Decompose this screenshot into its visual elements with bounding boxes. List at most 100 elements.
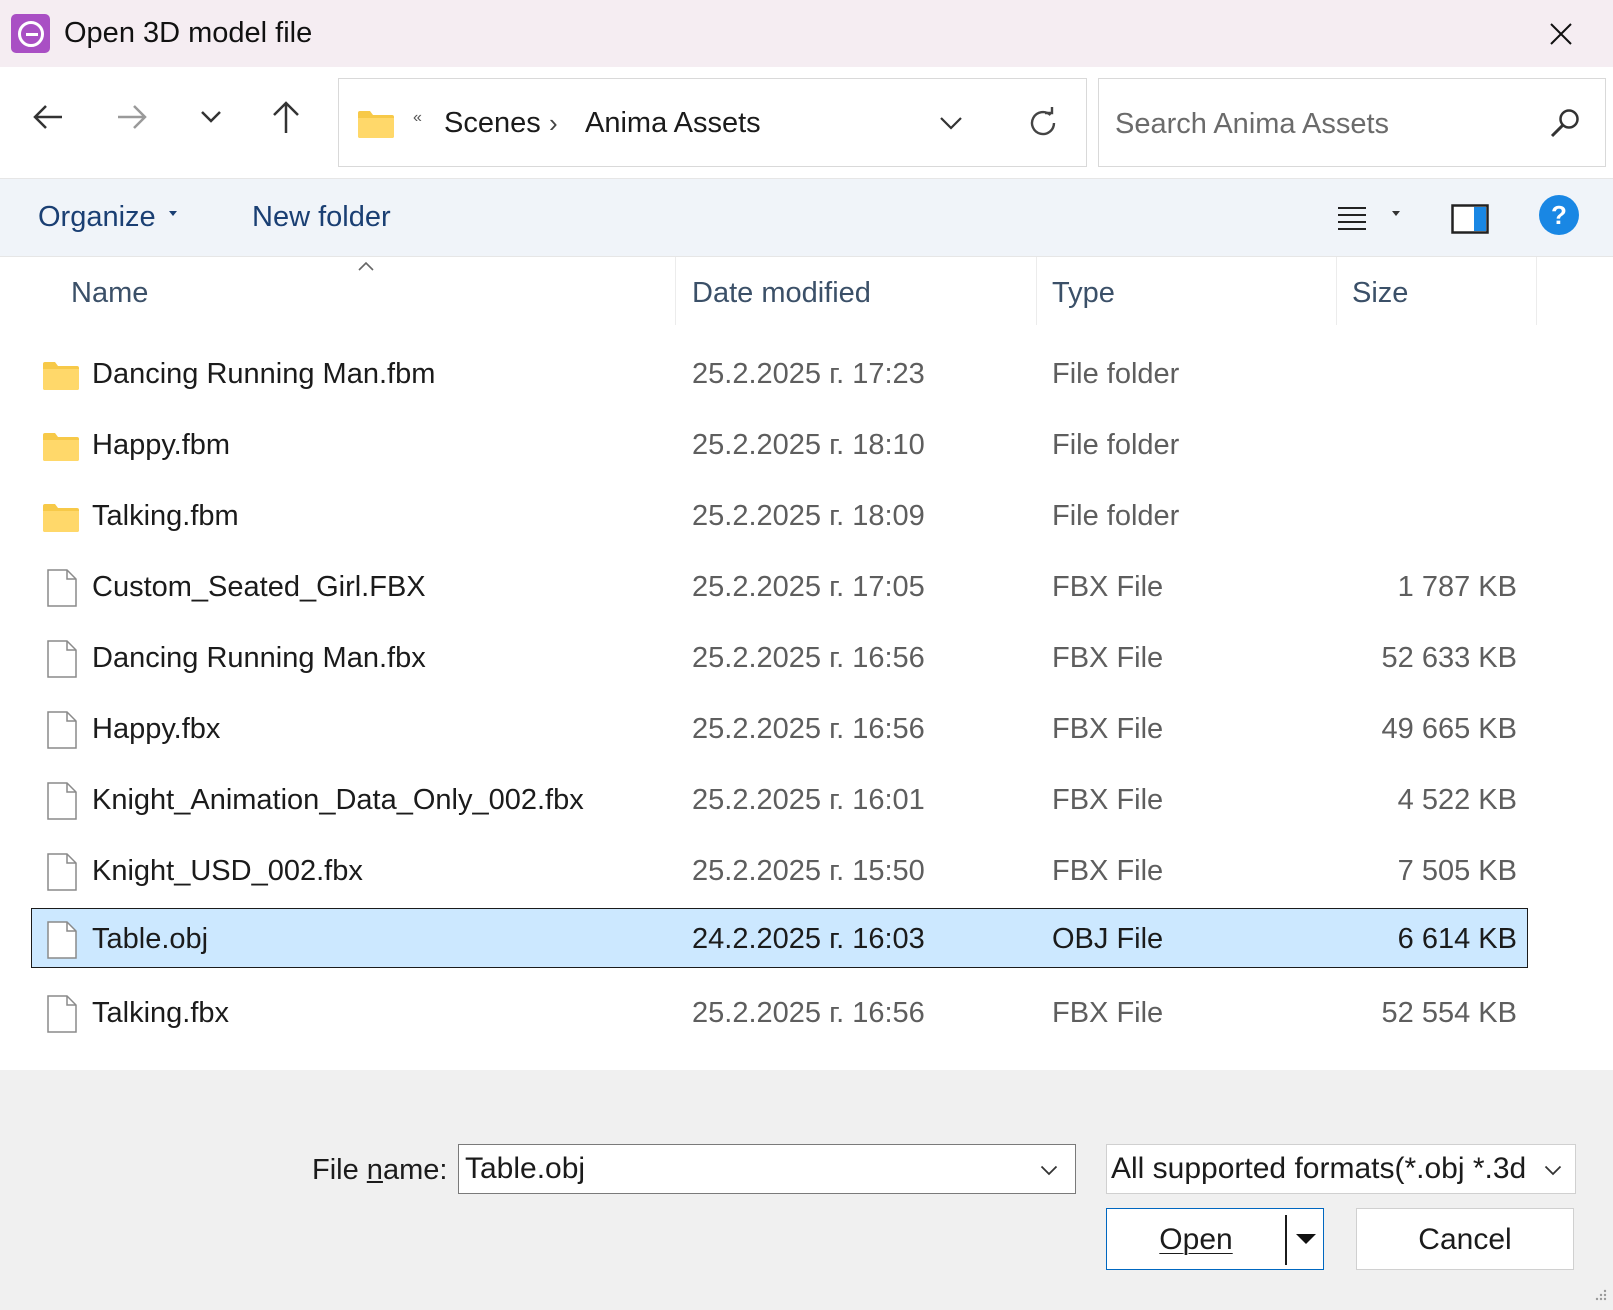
window-title: Open 3D model file xyxy=(64,17,313,49)
search-box[interactable]: Search Anima Assets xyxy=(1098,78,1606,167)
file-icon xyxy=(47,569,77,607)
new-folder-button[interactable]: New folder xyxy=(252,199,391,235)
chevron-down-icon xyxy=(1544,1165,1562,1175)
command-bar: Organize New folder ? xyxy=(0,178,1613,257)
open-button[interactable]: Open xyxy=(1106,1208,1324,1270)
refresh-icon xyxy=(1030,107,1056,136)
file-icon xyxy=(47,853,77,891)
file-date: 25.2.2025 г. 18:10 xyxy=(692,429,925,461)
file-row[interactable]: Knight_Animation_Data_Only_002.fbx 25.2.… xyxy=(31,769,1528,829)
file-name-label-part: File xyxy=(312,1154,367,1186)
file-name: Happy.fbx xyxy=(92,713,221,745)
sort-ascending-icon xyxy=(358,261,374,271)
file-date: 25.2.2025 г. 15:50 xyxy=(692,855,925,887)
file-size: 52 554 KB xyxy=(1381,997,1517,1029)
file-type-select[interactable]: All supported formats(*.obj *.3d xyxy=(1106,1144,1576,1194)
file-type: File folder xyxy=(1052,500,1180,532)
close-button[interactable] xyxy=(1538,14,1584,54)
file-date: 24.2.2025 г. 16:03 xyxy=(692,923,925,955)
cancel-button[interactable]: Cancel xyxy=(1356,1208,1574,1270)
breadcrumb-overflow[interactable]: « xyxy=(413,109,422,127)
back-button[interactable] xyxy=(26,95,70,139)
arrow-up-icon xyxy=(273,101,299,133)
folder-icon xyxy=(358,111,394,138)
folder-icon xyxy=(43,433,79,461)
breadcrumb-separator[interactable]: › xyxy=(549,105,558,141)
preview-pane-button[interactable] xyxy=(1448,197,1492,241)
file-icon xyxy=(47,711,77,749)
file-name: Talking.fbm xyxy=(92,500,239,532)
file-size: 52 633 KB xyxy=(1381,642,1517,674)
caret-down-icon xyxy=(1296,1234,1316,1244)
breadcrumb-scenes[interactable]: Scenes xyxy=(444,105,541,141)
chevron-down-icon xyxy=(201,111,221,123)
file-name-label-part: ame: xyxy=(382,1154,448,1186)
arrow-right-icon xyxy=(118,105,147,129)
view-options-caret-icon[interactable] xyxy=(1392,211,1400,216)
file-icon xyxy=(47,995,77,1033)
forward-button[interactable] xyxy=(110,95,154,139)
anima-logo-icon xyxy=(11,14,50,53)
file-name-input[interactable]: Table.obj xyxy=(465,1151,585,1187)
file-name-combobox[interactable]: Table.obj xyxy=(458,1144,1076,1194)
folder-icon xyxy=(43,362,79,390)
column-divider[interactable] xyxy=(1336,257,1337,325)
file-date: 25.2.2025 г. 17:23 xyxy=(692,358,925,390)
file-name-dropdown-button[interactable] xyxy=(1031,1153,1067,1187)
address-bar[interactable]: « Scenes › Anima Assets xyxy=(338,78,1087,167)
breadcrumb-anima-assets[interactable]: Anima Assets xyxy=(585,105,761,141)
list-view-icon xyxy=(1338,207,1366,230)
column-header-row: Name Date modified Type Size xyxy=(0,257,1613,325)
column-divider[interactable] xyxy=(1036,257,1037,325)
file-type: FBX File xyxy=(1052,997,1164,1029)
file-row[interactable]: Knight_USD_002.fbx 25.2.2025 г. 15:50 FB… xyxy=(31,840,1528,900)
file-size: 1 787 KB xyxy=(1397,571,1517,603)
column-name[interactable]: Name xyxy=(71,275,148,311)
file-size: 6 614 KB xyxy=(1397,923,1517,955)
open-label-rest: pen xyxy=(1182,1223,1233,1256)
file-date: 25.2.2025 г. 16:56 xyxy=(692,997,925,1029)
column-divider[interactable] xyxy=(675,257,676,325)
file-type: File folder xyxy=(1052,358,1180,390)
recent-locations-button[interactable] xyxy=(189,95,233,139)
file-name: Knight_USD_002.fbx xyxy=(92,855,363,887)
file-type: FBX File xyxy=(1052,855,1164,887)
column-type[interactable]: Type xyxy=(1052,275,1115,311)
file-size: 49 665 KB xyxy=(1381,713,1517,745)
dialog-footer: File name: Table.obj All supported forma… xyxy=(0,1070,1613,1310)
file-row-selected[interactable]: Table.obj 24.2.2025 г. 16:03 OBJ File 6 … xyxy=(31,908,1528,968)
file-date: 25.2.2025 г. 16:56 xyxy=(692,713,925,745)
refresh-button[interactable] xyxy=(1021,101,1065,145)
organize-button[interactable]: Organize xyxy=(38,199,156,235)
file-row[interactable]: Talking.fbx 25.2.2025 г. 16:56 FBX File … xyxy=(31,982,1528,1042)
file-row[interactable]: Dancing Running Man.fbm 25.2.2025 г. 17:… xyxy=(31,343,1528,403)
file-row[interactable]: Custom_Seated_Girl.FBX 25.2.2025 г. 17:0… xyxy=(31,556,1528,616)
up-button[interactable] xyxy=(264,95,308,139)
open-options-button[interactable] xyxy=(1290,1221,1322,1257)
column-size[interactable]: Size xyxy=(1352,275,1408,311)
file-name: Talking.fbx xyxy=(92,997,230,1029)
file-icon xyxy=(47,782,77,820)
file-name: Knight_Animation_Data_Only_002.fbx xyxy=(92,784,584,816)
file-row[interactable]: Dancing Running Man.fbx 25.2.2025 г. 16:… xyxy=(31,627,1528,687)
file-type: File folder xyxy=(1052,429,1180,461)
preview-pane-icon xyxy=(1451,204,1489,234)
resize-grip-icon[interactable] xyxy=(1592,1288,1608,1304)
open-label-accesskey: O xyxy=(1159,1223,1183,1256)
address-history-button[interactable] xyxy=(931,103,971,143)
file-row[interactable]: Talking.fbm 25.2.2025 г. 18:09 File fold… xyxy=(31,485,1528,545)
column-divider[interactable] xyxy=(1536,257,1537,325)
file-row[interactable]: Happy.fbm 25.2.2025 г. 18:10 File folder xyxy=(31,414,1528,474)
file-date: 25.2.2025 г. 18:09 xyxy=(692,500,925,532)
file-type-selected: All supported formats(*.obj *.3d xyxy=(1111,1152,1527,1185)
column-date-modified[interactable]: Date modified xyxy=(692,275,871,311)
file-row[interactable]: Happy.fbx 25.2.2025 г. 16:56 FBX File 49… xyxy=(31,698,1528,758)
file-name: Happy.fbm xyxy=(92,429,231,461)
help-button[interactable]: ? xyxy=(1539,195,1579,235)
folder-icon xyxy=(43,504,79,532)
close-icon xyxy=(1550,23,1572,45)
search-input[interactable]: Search Anima Assets xyxy=(1115,106,1389,142)
search-icon[interactable] xyxy=(1545,103,1585,143)
change-view-button[interactable] xyxy=(1330,197,1374,241)
file-type-dropdown-button[interactable] xyxy=(1535,1153,1571,1187)
